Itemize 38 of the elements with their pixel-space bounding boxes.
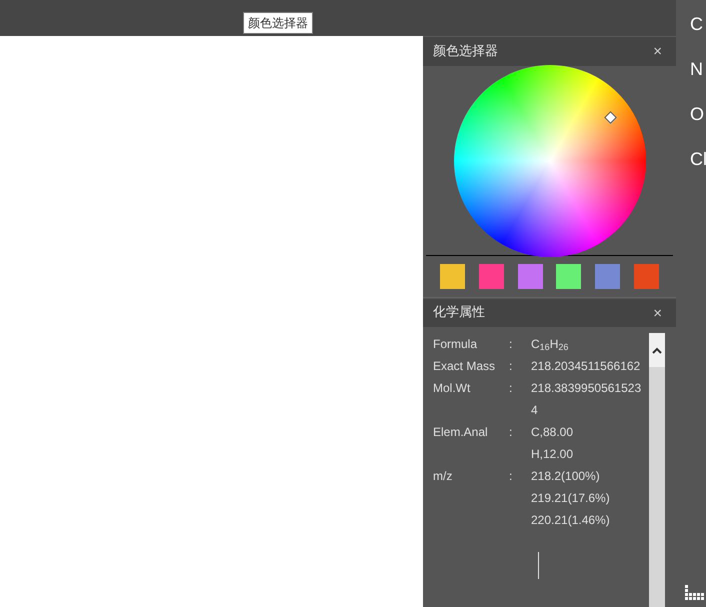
- element-button[interactable]: N: [690, 57, 706, 81]
- vertical-line: [538, 552, 539, 579]
- property-value: H,12.00: [531, 446, 574, 463]
- grid-icon[interactable]: [685, 585, 706, 602]
- element-button[interactable]: O: [690, 102, 706, 126]
- property-label: m/z: [433, 468, 454, 485]
- property-value: 4: [531, 402, 538, 419]
- color-swatch[interactable]: [518, 264, 543, 289]
- color-swatch[interactable]: [440, 264, 465, 289]
- close-button[interactable]: ×: [649, 44, 666, 59]
- property-value: 218.3839950561523: [531, 380, 642, 397]
- property-label: Formula: [433, 336, 478, 353]
- color-swatch[interactable]: [556, 264, 582, 289]
- tooltip: 颜色选择器: [243, 12, 313, 34]
- property-value: C,88.00: [531, 424, 574, 441]
- scrollbar[interactable]: [649, 333, 665, 607]
- property-label: Exact Mass: [433, 358, 496, 375]
- element-button[interactable]: Cl: [690, 147, 706, 171]
- separator: :: [509, 358, 514, 375]
- separator: :: [509, 424, 514, 441]
- property-value: 219.21(17.6%): [531, 490, 610, 507]
- separator: :: [509, 468, 514, 485]
- close-button[interactable]: ×: [649, 306, 666, 320]
- color-swatch[interactable]: [595, 264, 620, 289]
- panel-title: 颜色选择器: [433, 42, 498, 61]
- separator: :: [509, 336, 514, 353]
- property-value: 220.21(1.46%): [531, 512, 610, 529]
- property-label: Elem.Anal: [433, 424, 489, 441]
- element-button[interactable]: C: [690, 12, 706, 36]
- panel-title: 化学属性: [433, 304, 485, 322]
- property-value: C$_{16}$H$_{26}$: [531, 336, 568, 354]
- separator: :: [509, 380, 514, 397]
- color-swatch[interactable]: [478, 264, 504, 289]
- property-value: 218.2034511566162: [531, 358, 640, 375]
- color-swatch[interactable]: [634, 264, 659, 289]
- property-value: 218.2(100%): [531, 468, 600, 485]
- property-label: Mol.Wt: [433, 380, 472, 397]
- color-marker[interactable]: [604, 110, 616, 124]
